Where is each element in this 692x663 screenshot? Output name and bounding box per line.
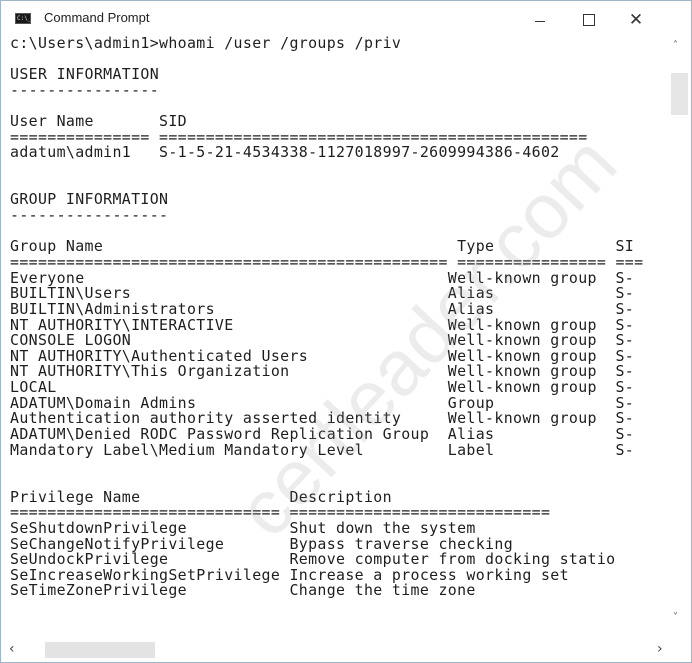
maximize-button[interactable] [566,7,612,33]
maximize-icon [583,14,595,26]
vertical-scrollbar[interactable]: ˄ ˅ [668,35,690,625]
horizontal-scroll-thumb[interactable] [45,642,155,658]
scroll-up-icon[interactable]: ˄ [673,40,678,51]
minimize-button[interactable] [517,7,563,33]
scroll-left-icon[interactable]: ‹ [9,641,15,657]
title-bar[interactable]: C:\_ Command Prompt ✕ [1,1,691,35]
close-icon: ✕ [628,10,644,30]
scroll-right-icon[interactable]: › [657,641,663,657]
console-line: Mandatory Label\Medium Mandatory Level L… [10,440,635,459]
console-line: c:\Users\admin1>whoami /user /groups /pr… [10,36,402,52]
horizontal-scrollbar[interactable]: ‹ › [1,639,691,661]
console-line: ----------------- [10,206,169,225]
console-line: adatum\admin1 S-1-5-21-4534338-112701899… [10,143,560,162]
console-line: ---------------- [10,80,160,99]
window-title: Command Prompt [44,10,150,25]
close-button[interactable]: ✕ [613,7,659,33]
minimize-icon [535,20,545,22]
cmd-icon: C:\_ [15,13,32,24]
console-line: SeTimeZonePrivilege Change the time zone [10,581,476,600]
vertical-scroll-thumb[interactable] [671,73,688,115]
scroll-down-icon[interactable]: ˅ [673,612,678,623]
command-prompt-window: C:\_ Command Prompt ✕ c:\Users\admin1>wh… [0,0,692,663]
console-output[interactable]: c:\Users\admin1>whoami /user /groups /pr… [10,36,665,613]
